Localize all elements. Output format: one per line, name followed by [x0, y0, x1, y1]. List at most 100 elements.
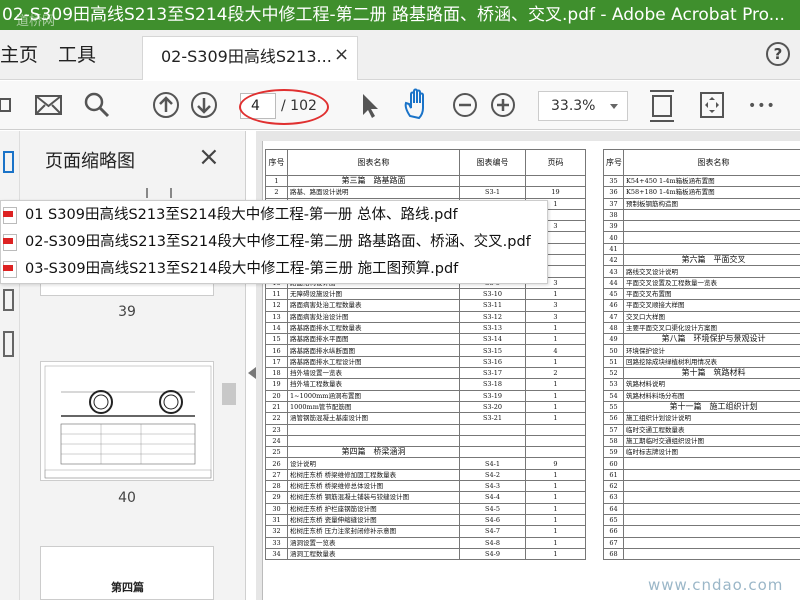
toc-row: 38: [603, 208, 800, 222]
tab-home[interactable]: 主页: [0, 30, 38, 80]
close-panel-icon[interactable]: ×: [198, 142, 220, 172]
search-icon[interactable]: [83, 91, 111, 119]
toc-cell-pages: 9: [525, 457, 586, 470]
toc-row: 45 平面交叉布置图: [603, 287, 800, 301]
tab-document[interactable]: 02-S309田高线S213...: [142, 36, 358, 80]
toc-row: 63: [603, 491, 800, 504]
toc-cell-pages: 1: [525, 378, 586, 391]
toc-cell-name: 无障碍设施设计图: [287, 287, 460, 301]
tab-tools[interactable]: 工具: [58, 30, 96, 80]
thumbnail-scrollbar-thumb[interactable]: [222, 383, 236, 405]
toc-cell-code: S3-21: [459, 412, 526, 425]
toc-header-name: 图表名称: [623, 149, 800, 176]
toc-cell-no: 20: [265, 389, 288, 402]
toc-cell-no: 37: [603, 197, 624, 210]
toc-row: 61: [603, 468, 800, 482]
toc-cell-code: S3-15: [459, 344, 526, 357]
toc-cell-no: 36: [603, 186, 624, 199]
next-page-icon[interactable]: [190, 91, 218, 119]
toc-cell-name: 路基路面排水工程数量表: [287, 321, 460, 335]
toc-cell-name: [623, 491, 800, 504]
file-list-item[interactable]: 01 S309田高线S213至S214段大中修工程-第一册 总体、路线.pdf: [1, 203, 549, 227]
more-tools-icon[interactable]: •••: [748, 98, 776, 114]
toc-cell-name: 第三篇 路基路面: [287, 174, 460, 188]
toc-cell-no: 2: [265, 186, 288, 199]
previous-page-icon[interactable]: [152, 91, 180, 119]
toc-cell-name: 主要平面交叉口渠化设计方案图: [623, 321, 800, 335]
toc-row: 67: [603, 536, 800, 549]
toc-cell-no: 1: [265, 174, 288, 188]
toc-cell-no: 39: [603, 220, 624, 233]
toc-row: 19 挡外墙工程数量表 S3-18 1: [265, 378, 586, 391]
toc-cell-code: [459, 174, 526, 188]
toc-cell-name: 平面交叉顺接大样图: [623, 299, 800, 312]
toc-cell-no: 34: [265, 547, 288, 561]
toc-cell-name: 路基路面排水平面图: [287, 333, 460, 346]
mail-icon[interactable]: [34, 93, 64, 117]
options-icon[interactable]: [145, 186, 205, 200]
toc-cell-pages: 1: [525, 480, 586, 493]
toc-cell-name: 1~1000mm涵洞布置图: [287, 389, 460, 402]
toc-cell-name: 松树庄东桥 桥梁维修加固工程数量表: [287, 468, 460, 482]
toc-cell-name: 施工组织计划设计说明: [623, 412, 800, 425]
toc-row: 13 路面病害处治设计图 S3-12 3: [265, 310, 586, 323]
zoom-in-icon[interactable]: [490, 92, 516, 118]
toc-cell-no: 21: [265, 400, 288, 414]
toc-cell-name: 挡外墙工程数量表: [287, 378, 460, 391]
toc-cell-no: 31: [265, 513, 288, 527]
toc-cell-no: 54: [603, 389, 624, 402]
toc-row: 46 平面交叉顺接大样图: [603, 299, 800, 312]
toc-cell-code: S3-16: [459, 355, 526, 369]
file-list-item-name: 02-S309田高线S213至S214段大中修工程-第二册 路基路面、桥涵、交叉…: [25, 234, 531, 250]
page-thumbnail[interactable]: [40, 282, 214, 296]
toc-row: 27 松树庄东桥 桥梁维修加固工程数量表 S4-2 1: [265, 468, 586, 482]
toc-cell-no: 60: [603, 457, 624, 470]
toc-cell-no: 29: [265, 491, 288, 504]
toc-cell-pages: 1: [525, 389, 586, 402]
toc-row: 39: [603, 220, 800, 233]
toc-row: 49 第八篇 环境保护与景观设计: [603, 333, 800, 346]
toc-cell-no: 18: [265, 367, 288, 380]
help-icon[interactable]: ?: [766, 42, 790, 66]
toc-row: 47 交叉口大样图: [603, 310, 800, 323]
collapse-panel-icon[interactable]: [248, 367, 256, 379]
page-thumbnail[interactable]: [40, 361, 214, 481]
toc-row: 57 临时交通工程数量表: [603, 423, 800, 436]
toc-cell-code: [459, 423, 526, 436]
attachments-icon[interactable]: [2, 330, 16, 358]
toc-cell-code: S3-19: [459, 389, 526, 402]
file-list-item[interactable]: 02-S309田高线S213至S214段大中修工程-第二册 路基路面、桥涵、交叉…: [1, 230, 549, 254]
window-title: 02-S309田高线S213至S214段大中修工程-第二册 路基路面、桥涵、交叉…: [2, 5, 785, 25]
toc-cell-name: 第八篇 环境保护与景观设计: [623, 333, 800, 346]
toc-cell-no: 16: [265, 344, 288, 357]
toc-cell-no: 24: [265, 434, 288, 448]
window-title-bar: 02-S309田高线S213至S214段大中修工程-第二册 路基路面、桥涵、交叉…: [0, 0, 800, 30]
toc-cell-name: 回路挖除成块绿植树利用情况表: [623, 355, 800, 369]
toc-row: 30 松树庄东桥 护栏座钢筋设计图 S4-5 1: [265, 502, 586, 515]
toc-cell-name: 松树庄东桥 钢筋混凝土铺装与铰缝设计图: [287, 491, 460, 504]
zoom-out-icon[interactable]: [452, 92, 478, 118]
toc-row: 54 筑路材料料场分布图: [603, 389, 800, 402]
toc-cell-name: [623, 513, 800, 527]
page-thumbnail[interactable]: 第四篇: [40, 546, 214, 600]
file-list-item[interactable]: 03-S309田高线S213至S214段大中修工程-第三册 施工图预算.pdf: [1, 257, 549, 281]
select-arrow-icon[interactable]: [358, 92, 382, 120]
zoom-level-select[interactable]: 33.3%: [538, 91, 628, 121]
toc-cell-no: 14: [265, 321, 288, 335]
page-thumbnail-caption: 第四篇: [111, 581, 144, 594]
tab-bar: 主页 工具 02-S309田高线S213... ×: [0, 30, 800, 80]
full-screen-icon[interactable]: [698, 90, 726, 120]
bookmarks-icon[interactable]: [2, 288, 16, 312]
page-thumbnails-icon[interactable]: [2, 150, 16, 174]
toc-cell-no: 33: [265, 536, 288, 549]
chevron-down-icon: [610, 104, 618, 109]
print-icon[interactable]: [0, 91, 14, 119]
toc-cell-name: 施工期临时交通组织设计图: [623, 434, 800, 448]
hand-tool-icon[interactable]: [402, 88, 432, 120]
close-tab-icon[interactable]: ×: [334, 46, 349, 64]
toc-cell-code: S4-6: [459, 513, 526, 527]
fit-page-icon[interactable]: [648, 88, 676, 124]
pdf-file-icon: [3, 207, 17, 224]
toc-cell-no: 32: [265, 525, 288, 538]
toc-header-row: 序号 图表名称: [603, 149, 800, 176]
